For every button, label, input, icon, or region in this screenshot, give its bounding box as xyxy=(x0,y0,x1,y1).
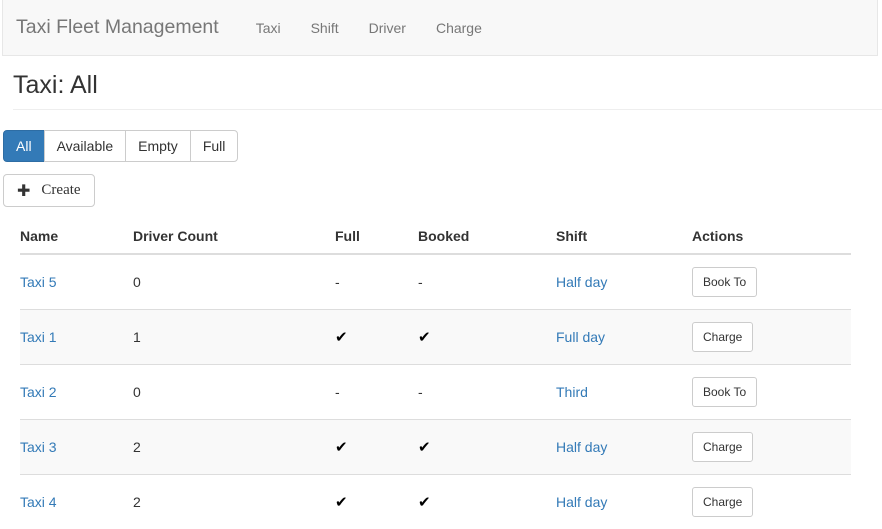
shift-link[interactable]: Full day xyxy=(556,329,605,345)
taxi-name-link[interactable]: Taxi 4 xyxy=(20,494,57,510)
dash-icon: - xyxy=(335,274,340,290)
taxi-table: Name Driver Count Full Booked Shift Acti… xyxy=(20,220,851,529)
column-header-full: Full xyxy=(335,220,418,254)
table-row: Taxi 5 0 - - Half day Book To xyxy=(20,254,851,310)
row-action-button[interactable]: Charge xyxy=(692,432,753,462)
cell-driver-count: 0 xyxy=(133,254,335,310)
shift-link[interactable]: Half day xyxy=(556,274,607,290)
column-header-booked: Booked xyxy=(418,220,556,254)
cell-booked: - xyxy=(418,254,556,310)
check-icon: ✔ xyxy=(335,438,348,456)
navbar-links: Taxi Shift Driver Charge xyxy=(241,20,497,36)
navbar-brand[interactable]: Taxi Fleet Management xyxy=(16,18,241,38)
filter-button-group: All Available Empty Full xyxy=(3,130,238,162)
cell-full: - xyxy=(335,365,418,420)
cell-booked: ✔ xyxy=(418,310,556,365)
column-header-shift: Shift xyxy=(556,220,692,254)
cell-actions: Charge xyxy=(692,420,851,475)
cell-shift: Full day xyxy=(556,310,692,365)
cell-actions: Charge xyxy=(692,475,851,529)
table-header-row: Name Driver Count Full Booked Shift Acti… xyxy=(20,220,851,254)
create-button[interactable]: ✚ Create xyxy=(3,174,95,207)
cell-full: ✔ xyxy=(335,420,418,475)
plus-icon: ✚ xyxy=(17,183,30,199)
cell-booked: ✔ xyxy=(418,475,556,529)
table-header: Name Driver Count Full Booked Shift Acti… xyxy=(20,220,851,254)
taxi-name-link[interactable]: Taxi 3 xyxy=(20,439,57,455)
cell-driver-count: 2 xyxy=(133,475,335,529)
page-title: Taxi: All xyxy=(13,72,882,109)
cell-shift: Third xyxy=(556,365,692,420)
shift-link[interactable]: Third xyxy=(556,384,588,400)
nav-link-taxi[interactable]: Taxi xyxy=(241,20,296,36)
row-action-button[interactable]: Charge xyxy=(692,322,753,352)
table-row: Taxi 3 2 ✔ ✔ Half day Charge xyxy=(20,420,851,475)
cell-actions: Charge xyxy=(692,310,851,365)
row-action-button[interactable]: Book To xyxy=(692,377,757,407)
check-icon: ✔ xyxy=(335,328,348,346)
cell-name: Taxi 5 xyxy=(20,254,133,310)
nav-link-driver[interactable]: Driver xyxy=(354,20,421,36)
cell-shift: Half day xyxy=(556,254,692,310)
column-header-driver-count: Driver Count xyxy=(133,220,335,254)
filter-button-full[interactable]: Full xyxy=(190,130,239,162)
cell-booked: - xyxy=(418,365,556,420)
cell-full: ✔ xyxy=(335,310,418,365)
navbar-inner: Taxi Fleet Management Taxi Shift Driver … xyxy=(3,0,877,55)
cell-name: Taxi 4 xyxy=(20,475,133,529)
table-row: Taxi 2 0 - - Third Book To xyxy=(20,365,851,420)
nav-link-shift[interactable]: Shift xyxy=(296,20,354,36)
column-header-actions: Actions xyxy=(692,220,851,254)
cell-driver-count: 2 xyxy=(133,420,335,475)
cell-driver-count: 1 xyxy=(133,310,335,365)
cell-driver-count: 0 xyxy=(133,365,335,420)
cell-shift: Half day xyxy=(556,420,692,475)
cell-name: Taxi 2 xyxy=(20,365,133,420)
shift-link[interactable]: Half day xyxy=(556,439,607,455)
cell-full: - xyxy=(335,254,418,310)
table-row: Taxi 4 2 ✔ ✔ Half day Charge xyxy=(20,475,851,529)
filter-button-empty[interactable]: Empty xyxy=(125,130,191,162)
cell-full: ✔ xyxy=(335,475,418,529)
taxi-name-link[interactable]: Taxi 5 xyxy=(20,274,57,290)
row-action-button[interactable]: Book To xyxy=(692,267,757,297)
table-row: Taxi 1 1 ✔ ✔ Full day Charge xyxy=(20,310,851,365)
navbar: Taxi Fleet Management Taxi Shift Driver … xyxy=(2,0,878,56)
table-body: Taxi 5 0 - - Half day Book To Taxi 1 xyxy=(20,254,851,529)
check-icon: ✔ xyxy=(418,493,431,511)
nav-link-charge[interactable]: Charge xyxy=(421,20,497,36)
page-header: Taxi: All xyxy=(13,72,882,110)
filter-button-available[interactable]: Available xyxy=(44,130,127,162)
dash-icon: - xyxy=(418,384,423,400)
dash-icon: - xyxy=(418,274,423,290)
row-action-button[interactable]: Charge xyxy=(692,487,753,517)
create-button-label: Create xyxy=(41,182,80,199)
taxi-name-link[interactable]: Taxi 1 xyxy=(20,329,57,345)
cell-actions: Book To xyxy=(692,365,851,420)
check-icon: ✔ xyxy=(335,493,348,511)
taxi-name-link[interactable]: Taxi 2 xyxy=(20,384,57,400)
check-icon: ✔ xyxy=(418,438,431,456)
check-icon: ✔ xyxy=(418,328,431,346)
cell-shift: Half day xyxy=(556,475,692,529)
cell-booked: ✔ xyxy=(418,420,556,475)
column-header-name: Name xyxy=(20,220,133,254)
dash-icon: - xyxy=(335,384,340,400)
cell-actions: Book To xyxy=(692,254,851,310)
page-title-divider xyxy=(13,109,882,110)
cell-name: Taxi 1 xyxy=(20,310,133,365)
taxi-table-container: Name Driver Count Full Booked Shift Acti… xyxy=(20,220,851,529)
shift-link[interactable]: Half day xyxy=(556,494,607,510)
cell-name: Taxi 3 xyxy=(20,420,133,475)
filter-button-all[interactable]: All xyxy=(3,130,45,162)
